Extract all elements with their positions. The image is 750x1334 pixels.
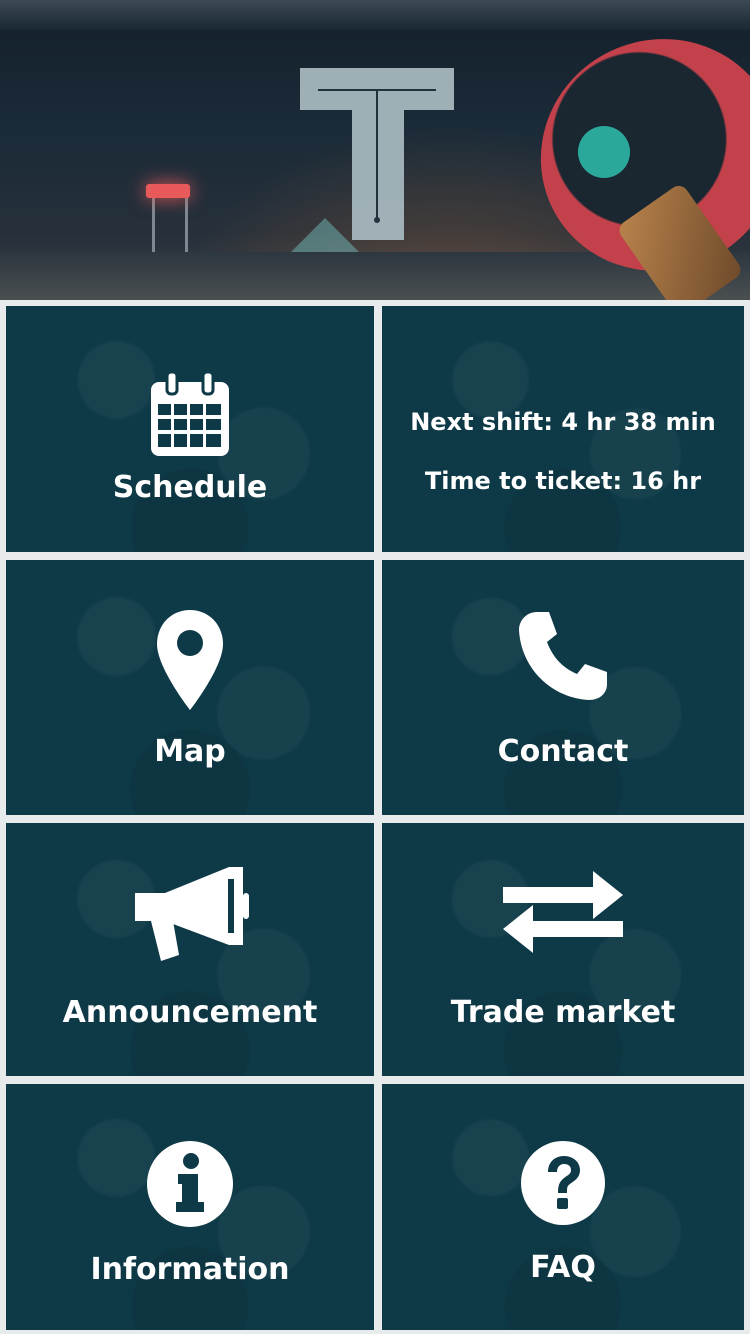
banner-tower-light — [146, 184, 190, 198]
trade-market-tile[interactable]: Trade market — [382, 823, 744, 1076]
megaphone-icon — [135, 867, 249, 961]
map-tile[interactable]: Map — [6, 560, 374, 815]
information-tile[interactable]: Information — [6, 1084, 374, 1330]
time-to-ticket-text: Time to ticket: 16 hr — [424, 467, 702, 495]
festival-t-logo-icon — [300, 68, 454, 240]
information-label: Information — [90, 1252, 290, 1287]
announcement-tile[interactable]: Announcement — [6, 823, 374, 1076]
phone-icon — [519, 612, 607, 700]
announcement-label: Announcement — [62, 995, 318, 1030]
main-menu-grid: Schedule Next shift: 4 hr 38 min Time to… — [0, 300, 750, 1334]
question-icon — [521, 1141, 605, 1225]
shift-status-tile: Next shift: 4 hr 38 min Time to ticket: … — [382, 306, 744, 552]
info-icon — [147, 1141, 233, 1227]
map-pin-icon — [157, 610, 223, 710]
banner-sky — [0, 0, 750, 30]
schedule-label: Schedule — [112, 470, 268, 505]
next-shift-text: Next shift: 4 hr 38 min — [410, 408, 716, 436]
calendar-icon — [151, 370, 229, 456]
header-banner — [0, 0, 750, 300]
banner-ball-image — [578, 126, 630, 178]
contact-label: Contact — [497, 734, 629, 769]
schedule-tile[interactable]: Schedule — [6, 306, 374, 552]
map-label: Map — [154, 734, 226, 769]
trade-market-label: Trade market — [450, 995, 676, 1030]
faq-tile[interactable]: FAQ — [382, 1084, 744, 1330]
contact-tile[interactable]: Contact — [382, 560, 744, 815]
faq-label: FAQ — [530, 1250, 596, 1285]
swap-arrows-icon — [503, 871, 623, 953]
